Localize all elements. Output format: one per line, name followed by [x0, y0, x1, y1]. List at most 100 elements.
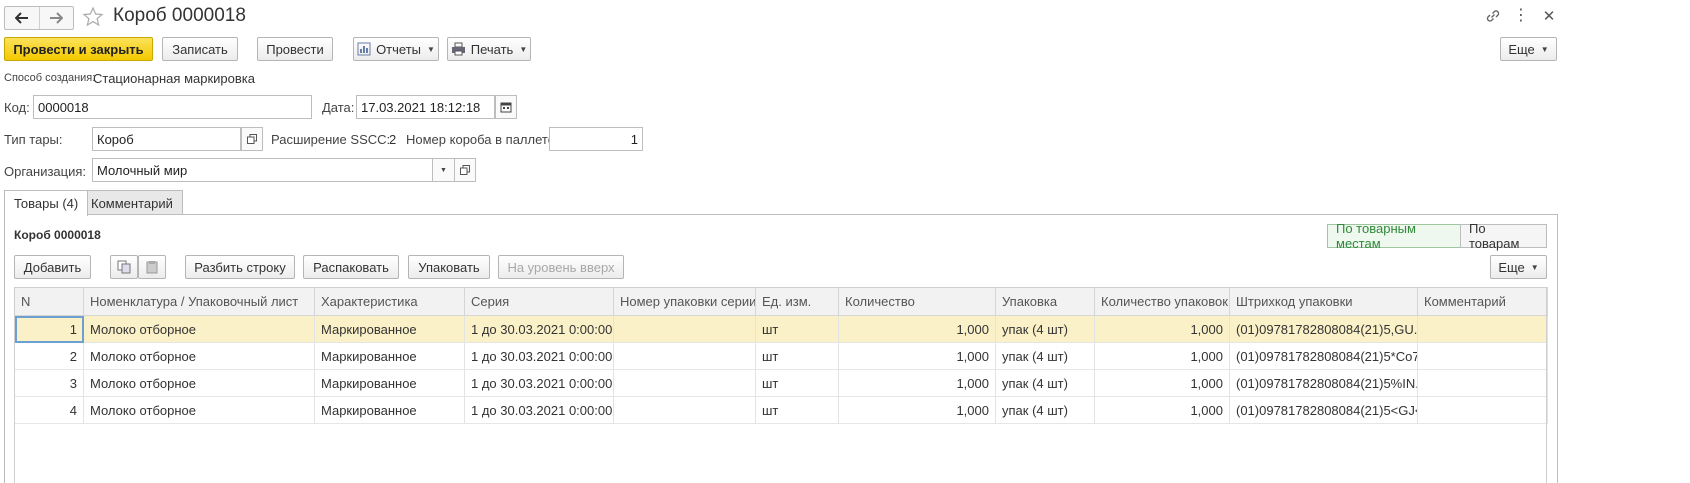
more-button[interactable]: Еще ▼ — [1500, 37, 1557, 61]
barcode-cell[interactable]: (01)09781782808084(21)5<GJ<j — [1229, 396, 1418, 424]
unit-cell[interactable]: шт — [755, 396, 839, 424]
calendar-button[interactable] — [495, 95, 517, 119]
series-package-number-cell[interactable] — [613, 315, 756, 343]
caret-down-icon: ▼ — [1530, 262, 1539, 272]
link-button[interactable] — [1484, 7, 1502, 25]
nomenclature-cell[interactable]: Молоко отборное — [83, 342, 315, 370]
nomenclature-cell[interactable]: Молоко отборное — [83, 315, 315, 343]
table-row[interactable]: 4 Молоко отборное Маркированное 1 до 30.… — [14, 396, 1548, 424]
unit-cell[interactable]: шт — [755, 342, 839, 370]
unpack-button[interactable]: Распаковать — [303, 255, 399, 279]
column-header[interactable]: Упаковка — [995, 287, 1095, 316]
column-header[interactable]: Номенклатура / Упаковочный лист — [83, 287, 315, 316]
code-field[interactable]: 0000018 — [33, 95, 312, 119]
package-count-cell[interactable]: 1,000 — [1094, 342, 1230, 370]
row-number-cell[interactable]: 3 — [14, 369, 84, 397]
comment-cell[interactable] — [1417, 315, 1548, 343]
creation-method-value: Стационарная маркировка — [93, 71, 255, 86]
save-button[interactable]: Записать — [162, 37, 238, 61]
package-cell[interactable]: упак (4 шт) — [995, 315, 1095, 343]
level-up-label: На уровень вверх — [507, 259, 615, 275]
column-header[interactable]: Серия — [464, 287, 614, 316]
column-header[interactable]: Количество упаковок — [1094, 287, 1230, 316]
favorite-star-button[interactable] — [82, 6, 104, 28]
level-up-button[interactable]: На уровень вверх — [498, 255, 624, 279]
view-by-places-toggle[interactable]: По товарным местам — [1327, 221, 1461, 251]
unit-cell[interactable]: шт — [755, 315, 839, 343]
date-field[interactable]: 17.03.2021 18:12:18 — [356, 95, 495, 119]
view-by-goods-toggle[interactable]: По товарам — [1460, 221, 1547, 251]
more-actions-button[interactable]: ⋮ — [1513, 7, 1529, 25]
package-cell[interactable]: упак (4 шт) — [995, 369, 1095, 397]
characteristic-cell[interactable]: Маркированное — [314, 396, 465, 424]
row-number-cell[interactable]: 1 — [14, 315, 84, 343]
table-row[interactable]: 1 Молоко отборное Маркированное 1 до 30.… — [14, 315, 1548, 343]
container-type-field[interactable]: Короб — [92, 127, 241, 151]
container-type-open-button[interactable] — [241, 127, 263, 151]
post-button[interactable]: Провести — [257, 37, 333, 61]
comment-cell[interactable] — [1417, 369, 1548, 397]
package-cell[interactable]: упак (4 шт) — [995, 396, 1095, 424]
column-header[interactable]: Штрихкод упаковки — [1229, 287, 1418, 316]
reports-button[interactable]: Отчеты ▼ — [353, 37, 439, 61]
add-button[interactable]: Добавить — [14, 255, 91, 279]
comment-cell[interactable] — [1417, 396, 1548, 424]
characteristic-cell[interactable]: Маркированное — [314, 315, 465, 343]
nomenclature-cell[interactable]: Молоко отборное — [83, 369, 315, 397]
code-label: Код: — [4, 100, 30, 115]
column-header[interactable]: Комментарий — [1417, 287, 1548, 316]
paste-button[interactable] — [138, 255, 166, 279]
barcode-cell[interactable]: (01)09781782808084(21)5,GU... — [1229, 315, 1418, 343]
organization-field[interactable]: Молочный мир — [92, 158, 433, 182]
row-number-cell[interactable]: 2 — [14, 342, 84, 370]
goods-table: N Номенклатура / Упаковочный лист Характ… — [14, 287, 1548, 424]
unit-cell[interactable]: шт — [755, 369, 839, 397]
column-header[interactable]: Характеристика — [314, 287, 465, 316]
barcode-cell[interactable]: (01)09781782808084(21)5%IN... — [1229, 369, 1418, 397]
table-row[interactable]: 2 Молоко отборное Маркированное 1 до 30.… — [14, 342, 1548, 370]
series-cell[interactable]: 1 до 30.03.2021 0:00:00 — [464, 396, 614, 424]
column-header[interactable]: Количество — [838, 287, 996, 316]
package-cell[interactable]: упак (4 шт) — [995, 342, 1095, 370]
series-cell[interactable]: 1 до 30.03.2021 0:00:00 — [464, 342, 614, 370]
package-count-cell[interactable]: 1,000 — [1094, 369, 1230, 397]
forward-button[interactable] — [40, 7, 74, 29]
table-row[interactable]: 3 Молоко отборное Маркированное 1 до 30.… — [14, 369, 1548, 397]
panel-more-button[interactable]: Еще ▼ — [1490, 255, 1547, 279]
package-count-cell[interactable]: 1,000 — [1094, 396, 1230, 424]
characteristic-cell[interactable]: Маркированное — [314, 342, 465, 370]
column-header[interactable]: Номер упаковки серии — [613, 287, 756, 316]
package-count-cell[interactable]: 1,000 — [1094, 315, 1230, 343]
quantity-cell[interactable]: 1,000 — [838, 369, 996, 397]
view-by-places-label: По товарным местам — [1336, 221, 1416, 251]
pack-button[interactable]: Упаковать — [408, 255, 490, 279]
nomenclature-cell[interactable]: Молоко отборное — [83, 396, 315, 424]
tab-comment[interactable]: Комментарий — [81, 190, 183, 215]
series-cell[interactable]: 1 до 30.03.2021 0:00:00 — [464, 315, 614, 343]
quantity-cell[interactable]: 1,000 — [838, 396, 996, 424]
copy-button[interactable] — [110, 255, 138, 279]
tab-goods[interactable]: Товары (4) — [4, 190, 89, 216]
close-button[interactable]: ✕ — [1540, 7, 1558, 25]
organization-open-button[interactable] — [454, 158, 476, 182]
column-header[interactable]: N — [14, 287, 84, 316]
series-package-number-cell[interactable] — [613, 342, 756, 370]
barcode-cell[interactable]: (01)09781782808084(21)5*Co74 — [1229, 342, 1418, 370]
quantity-cell[interactable]: 1,000 — [838, 315, 996, 343]
column-header[interactable]: Ед. изм. — [755, 287, 839, 316]
series-cell[interactable]: 1 до 30.03.2021 0:00:00 — [464, 369, 614, 397]
comment-cell[interactable] — [1417, 342, 1548, 370]
organization-dropdown-button[interactable]: ▼ — [433, 158, 455, 182]
print-button[interactable]: Печать ▼ — [447, 37, 531, 61]
quantity-cell[interactable]: 1,000 — [838, 342, 996, 370]
back-button[interactable] — [5, 7, 40, 29]
pallet-box-number-field[interactable]: 1 — [549, 127, 643, 151]
series-package-number-cell[interactable] — [613, 396, 756, 424]
split-row-button[interactable]: Разбить строку — [185, 255, 295, 279]
caret-down-icon: ▼ — [519, 44, 528, 54]
series-package-number-cell[interactable] — [613, 369, 756, 397]
post-and-close-button[interactable]: Провести и закрыть — [4, 37, 153, 61]
characteristic-cell[interactable]: Маркированное — [314, 369, 465, 397]
table-header-row: N Номенклатура / Упаковочный лист Характ… — [14, 287, 1548, 316]
row-number-cell[interactable]: 4 — [14, 396, 84, 424]
